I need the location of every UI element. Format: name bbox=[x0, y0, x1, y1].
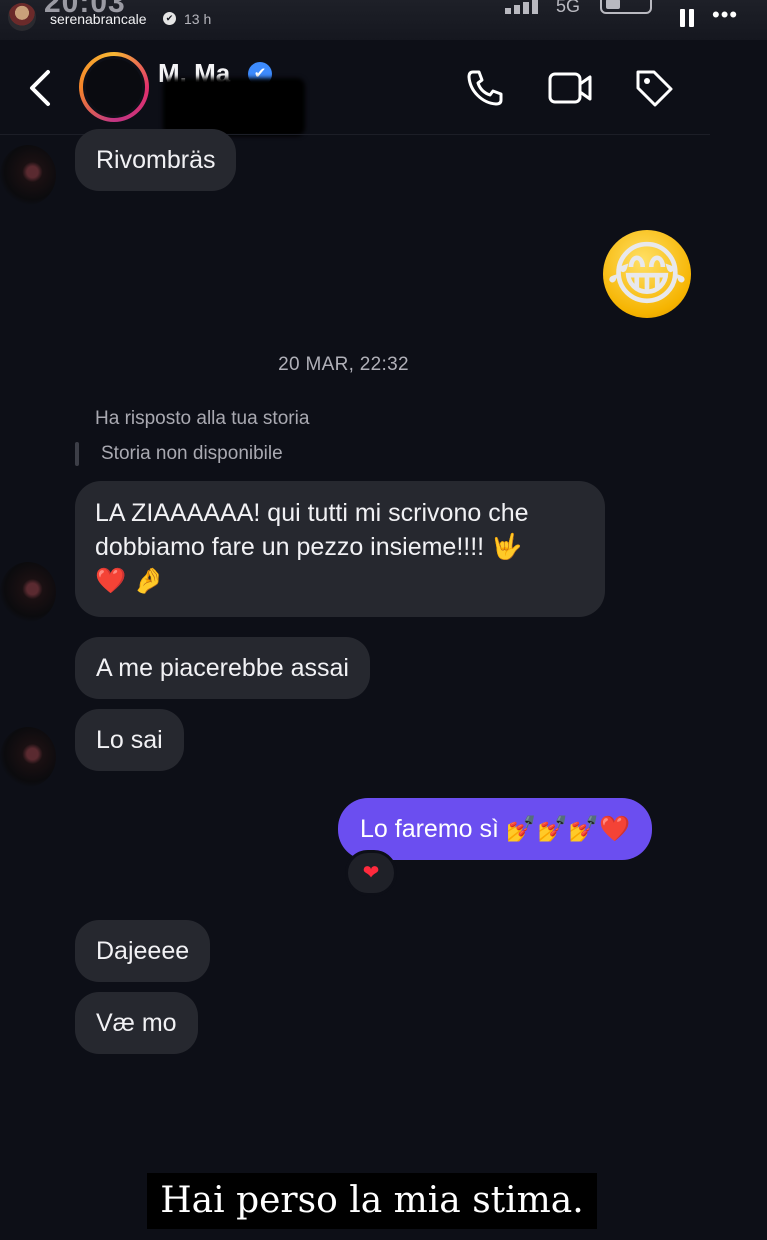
message-timestamp: 20 MAR, 22:32 bbox=[278, 354, 409, 375]
sender-avatar[interactable] bbox=[0, 562, 56, 622]
message-bubble-incoming[interactable]: LA ZIAAAAAA! qui tutti mi scrivono che d… bbox=[75, 481, 605, 617]
message-bubble-incoming[interactable]: Dajeeee bbox=[75, 920, 211, 982]
message-bubble-incoming[interactable]: Væ mo bbox=[75, 992, 198, 1054]
contact-avatar[interactable] bbox=[79, 52, 149, 122]
tag-icon[interactable] bbox=[632, 66, 676, 110]
heart-reaction-icon[interactable]: ❤ bbox=[345, 850, 397, 896]
sender-avatar[interactable] bbox=[0, 727, 56, 787]
sender-avatar[interactable] bbox=[0, 145, 56, 205]
story-author-username[interactable]: serenabrancale bbox=[50, 11, 147, 27]
network-type: 5G bbox=[556, 0, 581, 16]
more-options-icon[interactable]: ••• bbox=[712, 2, 738, 28]
story-caption: Hai perso la mia stima. bbox=[147, 1173, 597, 1229]
story-author-avatar[interactable] bbox=[8, 3, 36, 31]
story-reply-label: Ha risposto alla tua storia bbox=[95, 408, 310, 429]
story-reply-bar bbox=[75, 442, 79, 466]
story-reply-unavailable[interactable]: Storia non disponibile bbox=[101, 443, 283, 465]
message-bubble-incoming[interactable]: A me piacerebbe assai bbox=[75, 637, 370, 699]
message-bubble-outgoing[interactable]: Lo faremo sì 💅💅💅❤️ bbox=[338, 798, 653, 860]
message-bubble-incoming[interactable]: Rivombräs bbox=[75, 129, 237, 191]
message-text-line: ❤️ 🤌 bbox=[95, 567, 165, 595]
signal-strength-icon bbox=[505, 0, 541, 14]
video-camera-icon[interactable] bbox=[546, 66, 592, 110]
message-bubble-incoming[interactable]: Lo sai bbox=[75, 709, 184, 771]
battery-icon bbox=[600, 0, 652, 14]
message-emoji-outgoing[interactable]: 😂 bbox=[603, 230, 691, 318]
pause-icon[interactable] bbox=[680, 9, 694, 27]
story-posted-time: 13 h bbox=[184, 11, 212, 27]
back-chevron-icon[interactable] bbox=[24, 66, 64, 110]
phone-icon[interactable] bbox=[463, 66, 507, 110]
message-text-line: dobbiamo fare un pezzo insieme!!!! 🤟 bbox=[95, 533, 523, 561]
verified-badge-icon: ✔ bbox=[163, 12, 176, 25]
redaction-scribble bbox=[163, 78, 305, 136]
message-text-line: LA ZIAAAAAA! qui tutti mi scrivono che bbox=[95, 499, 529, 527]
